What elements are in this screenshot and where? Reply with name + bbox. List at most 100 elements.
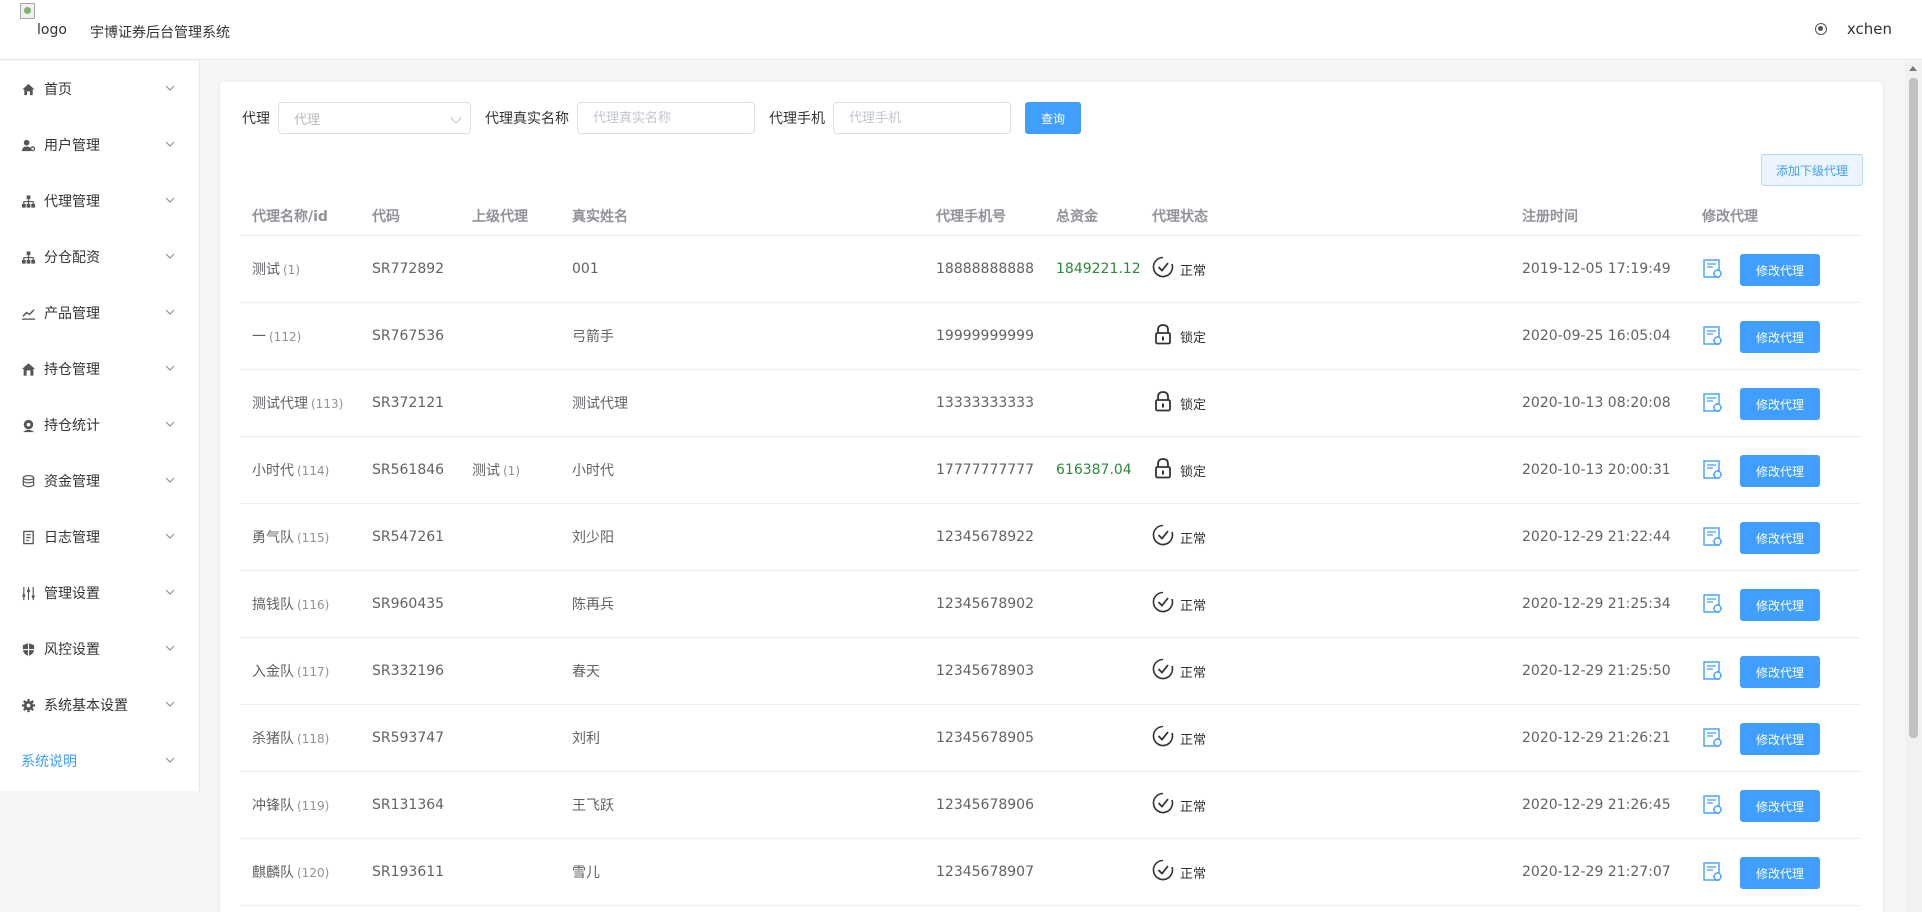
sidebar-item-9[interactable]: 管理设置 xyxy=(0,565,199,621)
check-circle-icon xyxy=(1152,725,1174,751)
sidebar-item-label: 持仓管理 xyxy=(44,362,100,378)
agent-phone: 12345678902 xyxy=(936,596,1034,612)
header-code: 代码 xyxy=(372,208,400,225)
chevron-down-icon xyxy=(165,309,175,315)
agent-phone: 19999999999 xyxy=(936,328,1034,344)
edit-settings-icon[interactable] xyxy=(1702,593,1724,615)
sidebar-item-7[interactable]: 资金管理 xyxy=(0,453,199,509)
edit-agent-button[interactable]: 修改代理 xyxy=(1740,321,1820,353)
sidebar-item-6[interactable]: 持仓统计 xyxy=(0,397,199,453)
table-row: 杀猪队 (118) SR593747 刘利 12345678905 正常 2020-12-2… xyxy=(240,705,1861,772)
header-real-name: 真实姓名 xyxy=(572,208,628,225)
user-name[interactable]: xchen xyxy=(1847,20,1892,38)
edit-settings-icon[interactable] xyxy=(1702,660,1724,682)
real-name: 雪儿 xyxy=(572,865,600,881)
lock-icon xyxy=(1152,457,1174,483)
check-circle-icon xyxy=(1152,792,1174,818)
edit-agent-button[interactable]: 修改代理 xyxy=(1740,388,1820,420)
edit-settings-icon[interactable] xyxy=(1702,526,1724,548)
org-icon xyxy=(20,249,36,265)
edit-settings-icon[interactable] xyxy=(1702,258,1724,280)
page-scrollbar[interactable] xyxy=(1905,62,1922,912)
edit-agent-button[interactable]: 修改代理 xyxy=(1740,254,1820,286)
query-button[interactable]: 查询 xyxy=(1025,102,1081,134)
status-text: 正常 xyxy=(1180,866,1207,882)
edit-agent-button[interactable]: 修改代理 xyxy=(1740,723,1820,755)
register-time: 2020-12-29 21:26:45 xyxy=(1522,797,1671,813)
agent-name: 麒麟队 xyxy=(252,865,294,881)
phone-input[interactable] xyxy=(833,102,1011,134)
edit-settings-icon[interactable] xyxy=(1702,794,1724,816)
edit-agent-button[interactable]: 修改代理 xyxy=(1740,790,1820,822)
edit-settings-icon[interactable] xyxy=(1702,325,1724,347)
agent-name: 勇气队 xyxy=(252,530,294,546)
user-area[interactable]: xchen xyxy=(1814,20,1892,38)
sidebar-item-label: 日志管理 xyxy=(44,530,100,546)
status-text: 正常 xyxy=(1180,531,1207,547)
agent-phone: 12345678903 xyxy=(936,663,1034,679)
edit-settings-icon[interactable] xyxy=(1702,727,1724,749)
header-status: 代理状态 xyxy=(1152,208,1208,225)
agent-id: (115) xyxy=(297,531,330,545)
sidebar-item-label: 持仓统计 xyxy=(44,418,100,434)
agent-name-cell: 一 (112) xyxy=(252,326,301,346)
agent-name-cell: 搞钱队 (116) xyxy=(252,594,329,614)
edit-settings-icon[interactable] xyxy=(1702,392,1724,414)
agent-phone: 12345678905 xyxy=(936,730,1034,746)
logo-broken-image-icon xyxy=(20,3,35,19)
real-name: 弓箭手 xyxy=(572,329,614,345)
register-time: 2020-12-29 21:25:34 xyxy=(1522,596,1671,612)
chevron-down-icon xyxy=(165,533,175,539)
agent-select[interactable]: 代理 xyxy=(278,102,471,134)
edit-agent-button[interactable]: 修改代理 xyxy=(1740,857,1820,889)
edit-agent-button[interactable]: 修改代理 xyxy=(1740,522,1820,554)
realname-input[interactable] xyxy=(577,102,755,134)
agent-status: 锁定 xyxy=(1152,457,1206,483)
chevron-down-icon xyxy=(165,701,175,707)
register-time: 2020-10-13 20:00:31 xyxy=(1522,462,1671,478)
user-icon xyxy=(20,137,36,153)
sidebar-item-2[interactable]: 代理管理 xyxy=(0,173,199,229)
sidebar-item-4[interactable]: 产品管理 xyxy=(0,285,199,341)
scrollbar-thumb[interactable] xyxy=(1909,78,1918,738)
check-circle-icon xyxy=(1152,524,1174,550)
table-row: 测试代理 (113) SR372121 测试代理 13333333333 锁定 2020-1… xyxy=(240,370,1861,437)
real-name: 测试代理 xyxy=(572,396,628,412)
edit-settings-icon[interactable] xyxy=(1702,459,1724,481)
sidebar-item-3[interactable]: 分仓配资 xyxy=(0,229,199,285)
edit-settings-icon[interactable] xyxy=(1702,861,1724,883)
sidebar-item-12[interactable]: 系统说明 xyxy=(0,733,199,789)
status-text: 锁定 xyxy=(1180,397,1207,413)
filter-bar: 代理 代理 代理真实名称 代理手机 查询 xyxy=(242,102,1081,134)
agent-name-cell: 测试 (1) xyxy=(252,259,300,279)
table-header: 代理名称/id 代码 上级代理 真实姓名 代理手机号 总资金 代理状态 注册时间… xyxy=(240,196,1861,236)
sidebar-item-11[interactable]: 系统基本设置 xyxy=(0,677,199,733)
register-time: 2020-12-29 21:26:21 xyxy=(1522,730,1671,746)
parent-agent-cell xyxy=(472,261,475,277)
sidebar-item-1[interactable]: 用户管理 xyxy=(0,117,199,173)
sidebar-item-10[interactable]: 风控设置 xyxy=(0,621,199,677)
agent-id: (113) xyxy=(311,397,344,411)
edit-agent-button[interactable]: 修改代理 xyxy=(1740,589,1820,621)
sidebar-item-label: 分仓配资 xyxy=(44,250,100,266)
scroll-up-arrow-icon[interactable] xyxy=(1909,66,1917,71)
agent-name-cell: 入金队 (117) xyxy=(252,661,329,681)
sidebar-item-5[interactable]: 持仓管理 xyxy=(0,341,199,397)
table-row: 冲锋队 (119) SR131364 王飞跃 12345678906 正常 2020-12-… xyxy=(240,772,1861,839)
add-sub-agent-button[interactable]: 添加下级代理 xyxy=(1761,154,1863,186)
agent-code: SR372121 xyxy=(372,395,445,411)
parent-agent-cell xyxy=(472,730,475,746)
status-text: 锁定 xyxy=(1180,330,1207,346)
table-row: 勇气队 (115) SR547261 刘少阳 12345678922 正常 2020-12-… xyxy=(240,504,1861,571)
agent-table: 代理名称/id 代码 上级代理 真实姓名 代理手机号 总资金 代理状态 注册时间… xyxy=(240,196,1861,906)
edit-agent-button[interactable]: 修改代理 xyxy=(1740,455,1820,487)
sidebar-item-8[interactable]: 日志管理 xyxy=(0,509,199,565)
agent-name-cell: 测试代理 (113) xyxy=(252,393,343,413)
edit-agent-button[interactable]: 修改代理 xyxy=(1740,656,1820,688)
table-row: 小时代 (114) SR561846 测试 (1) 小时代 17777777777 61638… xyxy=(240,437,1861,504)
status-text: 正常 xyxy=(1180,732,1207,748)
sidebar-item-0[interactable]: 首页 xyxy=(0,61,199,117)
agent-status: 正常 xyxy=(1152,524,1206,550)
chevron-down-icon xyxy=(165,253,175,259)
check-circle-icon xyxy=(1152,859,1174,885)
